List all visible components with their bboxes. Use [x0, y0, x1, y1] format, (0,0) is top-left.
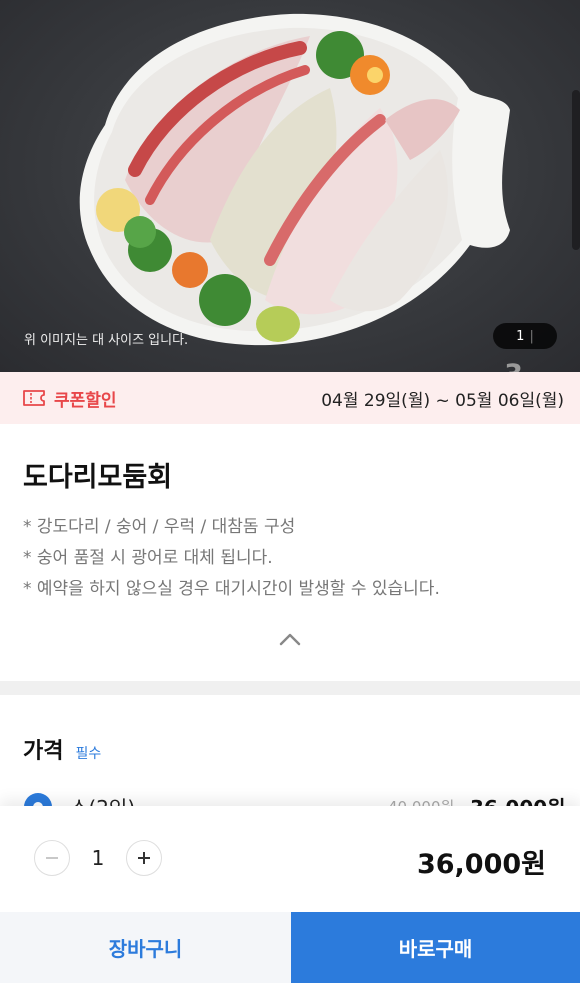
product-title: 도다리모둠회 — [23, 462, 173, 493]
chevron-up-icon[interactable] — [278, 630, 302, 648]
pager-total: 3 — [504, 359, 523, 372]
action-bar: 장바구니 바로구매 — [0, 912, 580, 983]
pager-current: 1 — [516, 328, 525, 344]
quantity-decrease-button[interactable] — [34, 840, 70, 876]
minus-icon — [46, 857, 58, 859]
sashimi-platter-illustration — [79, 13, 580, 346]
price-section-title: 가격 — [23, 739, 64, 764]
quantity-increase-button[interactable] — [126, 840, 162, 876]
pager-separator: | — [529, 328, 534, 344]
quantity-value: 1 — [91, 846, 105, 870]
product-notes: * 강도다리 / 숭어 / 우럭 / 대참돔 구성 * 숭어 품절 시 광어로 … — [23, 512, 440, 605]
product-note: * 강도다리 / 숭어 / 우럭 / 대참돔 구성 — [23, 517, 296, 537]
add-to-cart-button[interactable]: 장바구니 — [0, 912, 291, 983]
product-note: * 예약을 하지 않으실 경우 대기시간이 발생할 수 있습니다. — [23, 579, 440, 599]
total-price: 36,000원 — [416, 849, 546, 880]
order-sheet: 1 36,000원 — [0, 806, 580, 912]
product-note: * 숭어 품절 시 광어로 대체 됩니다. — [23, 548, 273, 568]
buy-now-button[interactable]: 바로구매 — [291, 912, 580, 983]
coupon-period: 04월 29일(월) ~ 05월 06일(월) — [321, 390, 564, 411]
image-caption: 위 이미지는 대 사이즈 입니다. — [24, 333, 189, 348]
product-image[interactable]: 위 이미지는 대 사이즈 입니다. 1 | 3 — [0, 0, 580, 372]
section-divider — [0, 681, 580, 695]
price-header: 가격 필수 — [23, 733, 101, 765]
image-pager: 1 | 3 — [493, 323, 557, 372]
required-badge: 필수 — [75, 746, 102, 762]
coupon-banner[interactable]: 쿠폰할인 04월 29일(월) ~ 05월 06일(월) — [0, 372, 580, 424]
plus-icon — [138, 852, 150, 864]
coupon-label: 쿠폰할인 — [54, 390, 117, 411]
coupon-ticket-icon — [23, 390, 45, 406]
